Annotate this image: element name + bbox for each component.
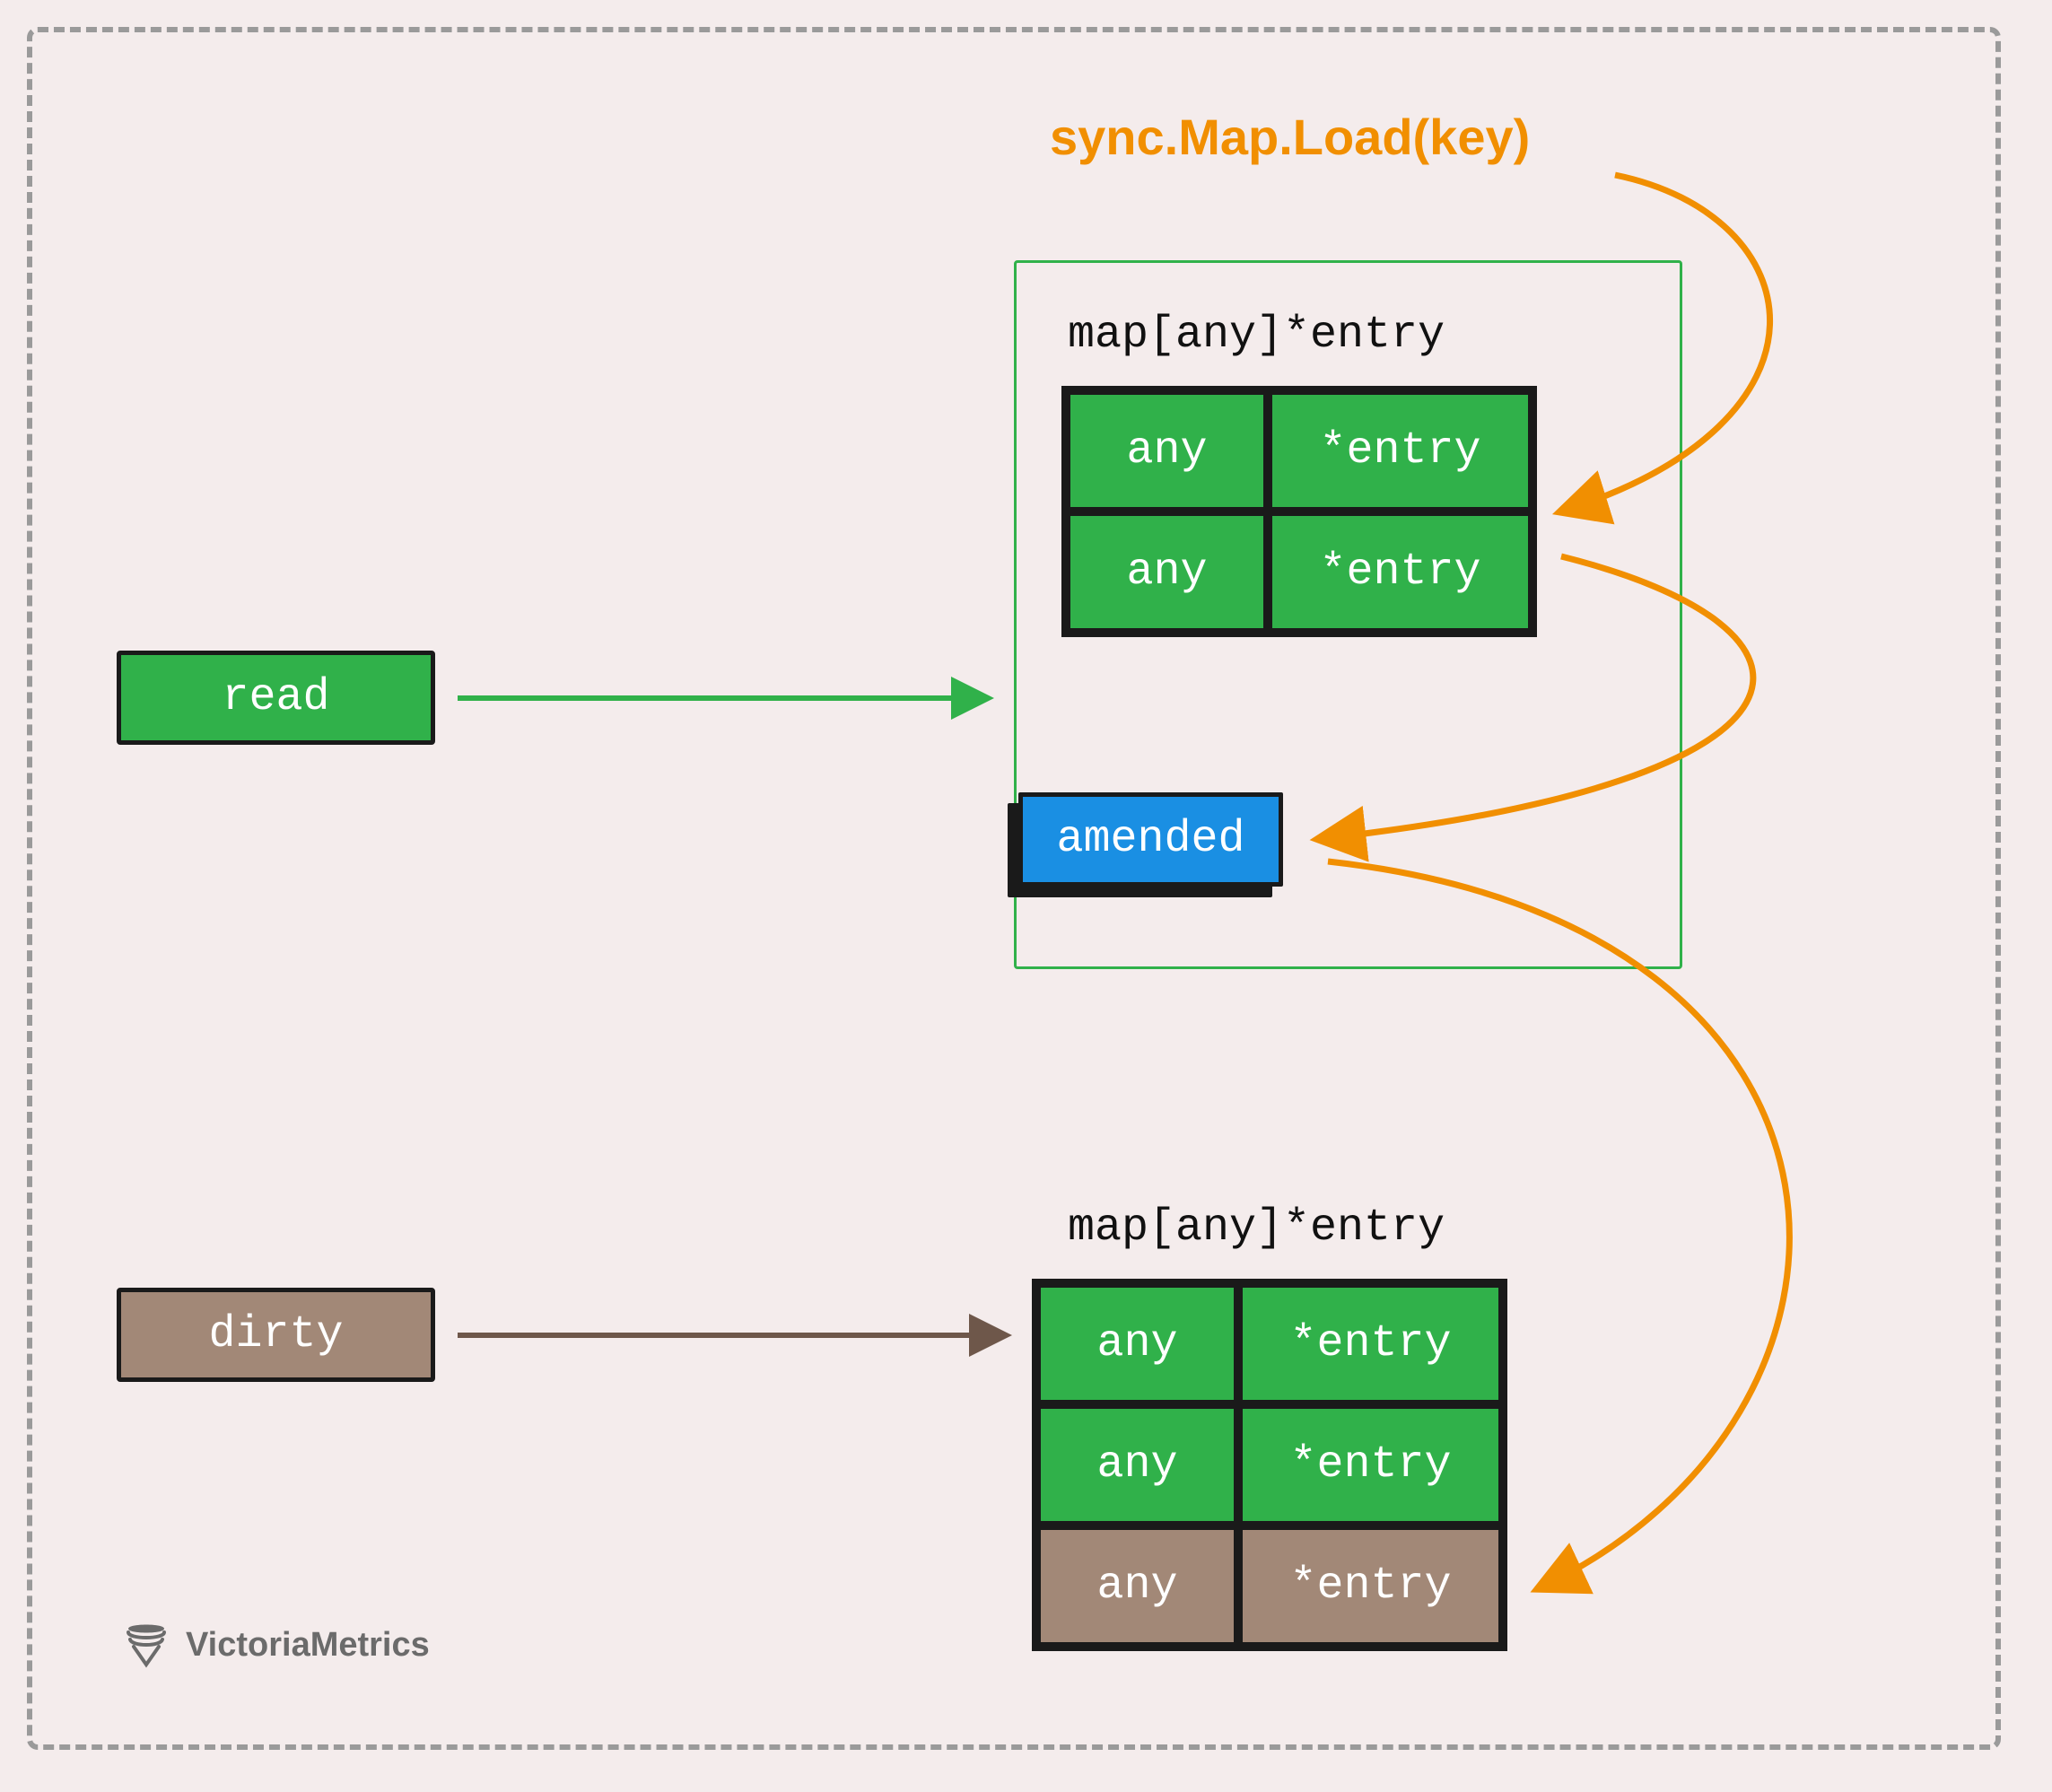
dirty-box: dirty [117,1288,435,1382]
read-map-type-label: map[any]*entry [1068,310,1445,361]
watermark: VictoriaMetrics [121,1620,430,1670]
read-map-table: any *entry any *entry [1061,386,1537,637]
table-row: any *entry [1036,1283,1503,1404]
map-key-cell: any [1066,511,1268,633]
read-box-label: read [222,672,329,723]
map-value-cell: *entry [1268,511,1532,633]
map-key-cell: any [1066,390,1268,511]
dirty-map-type-label: map[any]*entry [1068,1202,1445,1254]
table-row: any *entry [1066,390,1532,511]
map-value-cell: *entry [1238,1283,1503,1404]
diagram-canvas: sync.Map.Load(key) read dirty map[any]*e… [0,0,2052,1792]
amended-box-label: amended [1056,814,1244,865]
map-value-cell: *entry [1268,390,1532,511]
map-value-cell: *entry [1238,1404,1503,1525]
table-row: any *entry [1066,511,1532,633]
table-row: any *entry [1036,1404,1503,1525]
read-box: read [117,651,435,745]
table-row: any *entry [1036,1525,1503,1647]
map-value-cell: *entry [1238,1525,1503,1647]
dirty-map-table: any *entry any *entry any *entry [1032,1279,1507,1651]
amended-box: amended [1018,792,1283,887]
watermark-label: VictoriaMetrics [186,1626,430,1665]
map-key-cell: any [1036,1404,1238,1525]
dirty-box-label: dirty [208,1309,343,1360]
diagram-title: sync.Map.Load(key) [1050,108,1530,166]
map-key-cell: any [1036,1283,1238,1404]
victoriametrics-logo-icon [121,1620,171,1670]
map-key-cell: any [1036,1525,1238,1647]
